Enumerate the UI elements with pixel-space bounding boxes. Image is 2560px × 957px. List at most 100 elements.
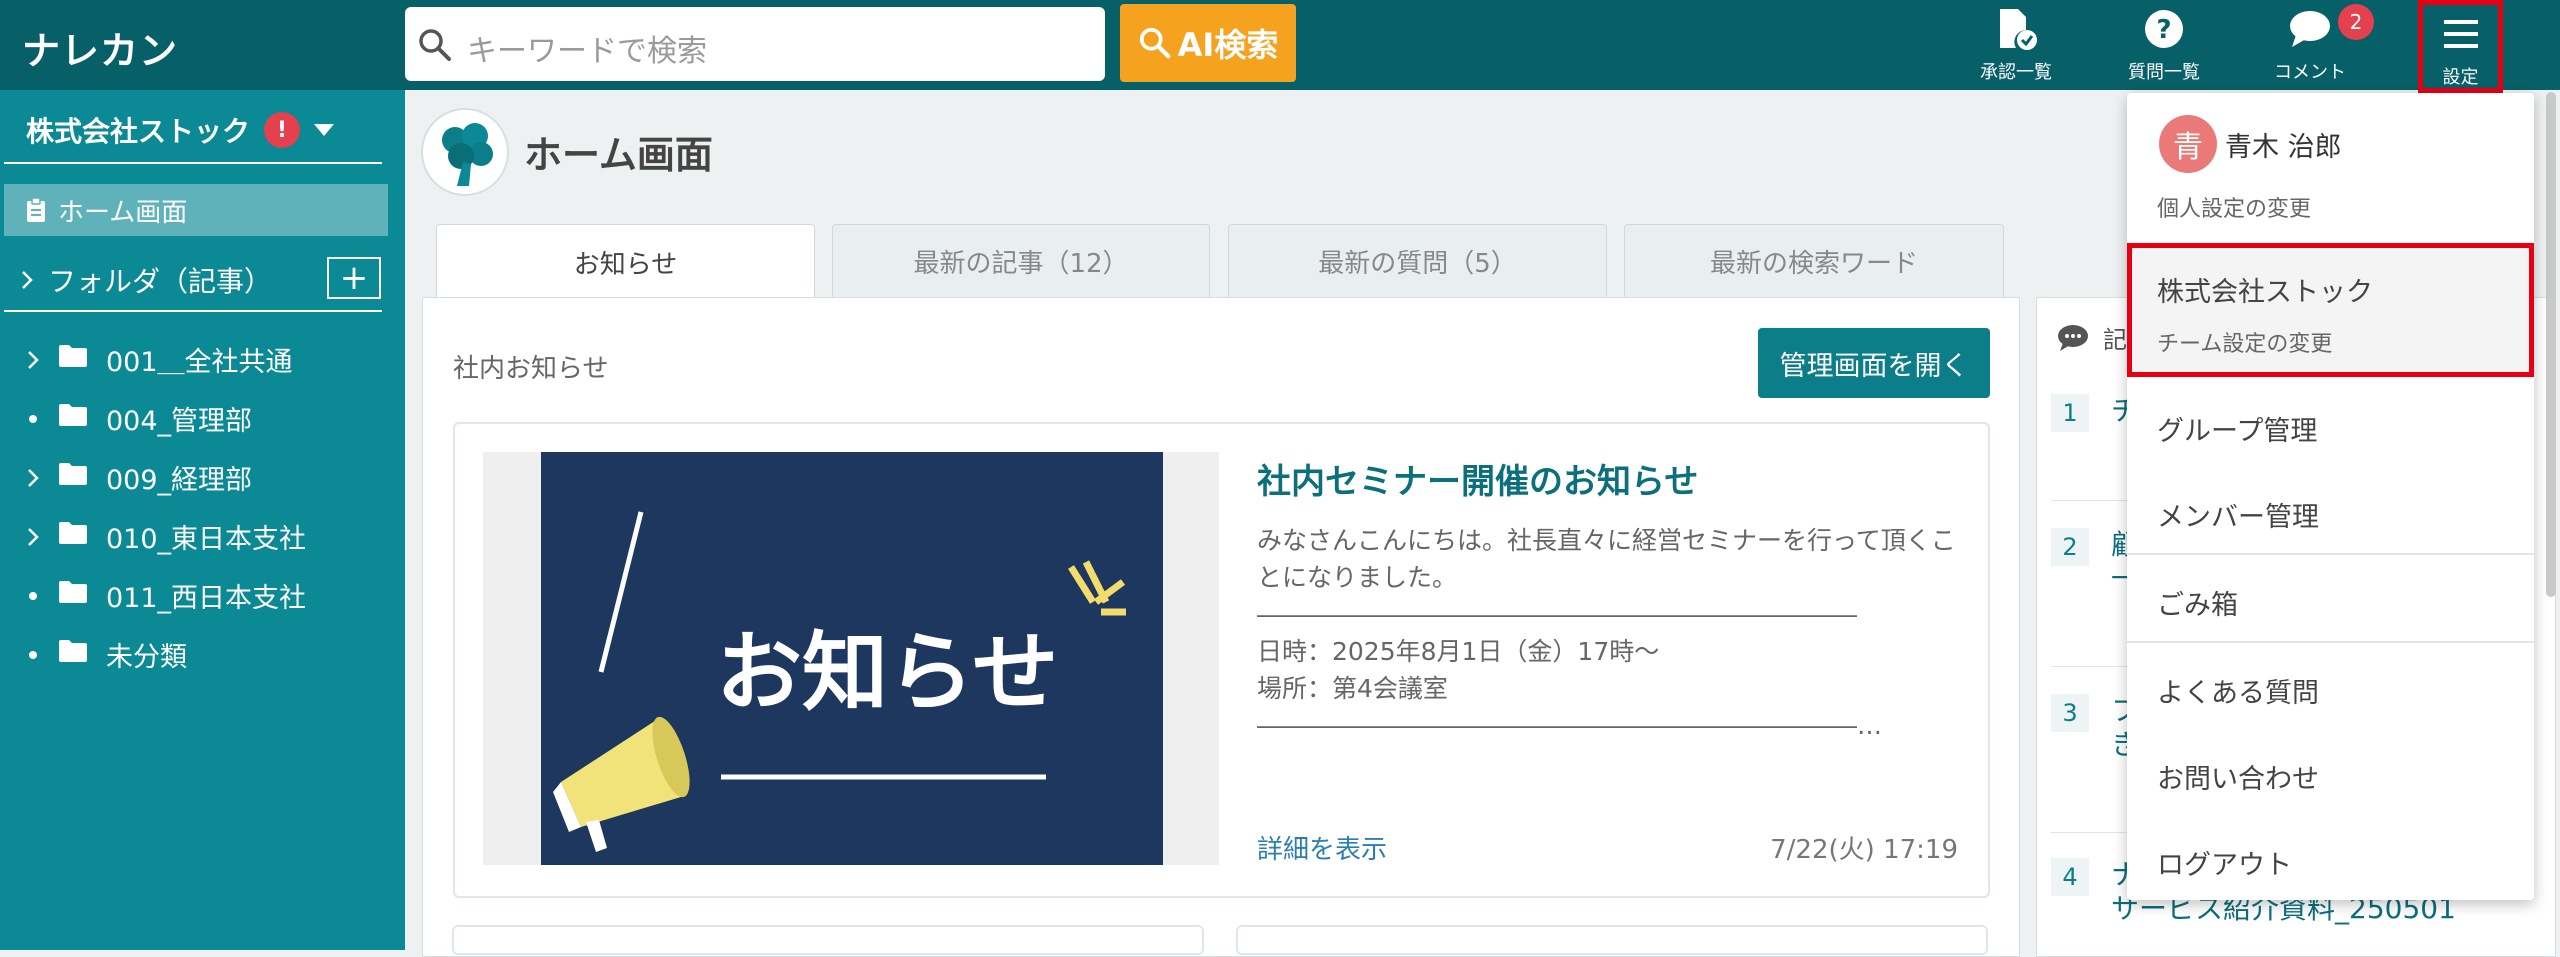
news-card[interactable]: お知らせ 社内セミナー開催のお知らせ みなさんこんにちは。社長直々に経営セミナー… <box>453 422 1990 898</box>
news-title[interactable]: 社内セミナー開催のお知らせ <box>1257 454 1698 503</box>
company-switcher[interactable]: 株式会社ストック ! <box>26 110 335 150</box>
chevron-right-icon <box>22 526 44 548</box>
ranking-header-text: 記 <box>2103 326 2127 354</box>
trash-item[interactable]: ごみ箱 <box>2157 583 2238 622</box>
tab-latest-questions[interactable]: 最新の質問（5） <box>1228 224 1607 298</box>
bullet-icon <box>22 414 44 423</box>
sidebar-folder-item[interactable]: 009_経理部 <box>22 458 252 497</box>
divider <box>2127 641 2534 643</box>
bullet-icon <box>22 591 44 600</box>
top-header: ナレカン キーワードで検索 AI検索 承認一覧 ? 質問一覧 コメント 2 設定 <box>0 0 2560 93</box>
search-icon <box>1139 27 1171 59</box>
question-icon: ? <box>2145 10 2183 48</box>
add-folder-button[interactable]: + <box>327 257 381 299</box>
search-icon <box>419 29 451 61</box>
megaphone-icon <box>553 716 690 852</box>
search-input[interactable]: キーワードで検索 <box>405 7 1105 81</box>
rank-number: 3 <box>2051 694 2089 732</box>
list-item[interactable]: 3 フ き <box>2051 694 2139 762</box>
tab-announcements[interactable]: お知らせ <box>436 224 815 300</box>
rank-number: 2 <box>2051 528 2089 566</box>
ai-search-button[interactable]: AI検索 <box>1120 4 1296 82</box>
nav-questions-label: 質問一覧 <box>2128 62 2200 83</box>
show-details-link[interactable]: 詳細を表示 <box>1257 829 1387 866</box>
sidebar-folder-item[interactable]: 未分類 <box>22 635 187 674</box>
list-item[interactable]: 2 顧 一 <box>2051 528 2139 596</box>
team-settings-link[interactable]: チーム設定の変更 <box>2157 326 2332 358</box>
comment-icon <box>2290 11 2330 47</box>
member-management-item[interactable]: メンバー管理 <box>2157 495 2319 534</box>
hamburger-menu-icon <box>2443 20 2478 48</box>
sidebar: 株式会社ストック ! ホーム画面 フォルダ（記事） + 001＿全社共通 004_… <box>0 90 405 950</box>
rank-number: 4 <box>2051 858 2089 896</box>
sidebar-folder-item[interactable]: 004_管理部 <box>22 399 252 438</box>
thumbnail-text: お知らせ <box>716 623 1059 723</box>
folder-icon <box>58 639 88 670</box>
ai-search-label: AI検索 <box>1177 26 1279 64</box>
nav-approvals[interactable]: 承認一覧 <box>1975 6 2057 86</box>
sidebar-folder-item[interactable]: 001＿全社共通 <box>22 340 293 379</box>
avatar: 青 <box>2159 115 2217 173</box>
folder-label: 004_管理部 <box>106 406 253 437</box>
company-name: 株式会社ストック <box>26 115 251 148</box>
list-item[interactable]: 1 チ <box>2051 394 2139 432</box>
faq-item[interactable]: よくある質問 <box>2157 671 2319 710</box>
comment-icon <box>2058 324 2088 351</box>
contact-item[interactable]: お問い合わせ <box>2157 757 2319 796</box>
folder-section-toggle[interactable]: フォルダ（記事） <box>20 260 272 300</box>
nav-settings[interactable]: 設定 <box>2418 0 2503 93</box>
svg-text:?: ? <box>2156 15 2171 45</box>
personal-settings-link[interactable]: 個人設定の変更 <box>2157 191 2311 223</box>
broccoli-logo-icon <box>442 123 493 186</box>
folder-icon <box>58 521 88 552</box>
bullet-icon <box>22 650 44 659</box>
clipboard-icon <box>27 197 45 222</box>
sidebar-item-home[interactable]: ホーム画面 <box>4 184 388 236</box>
comment-count-badge: 2 <box>2338 4 2374 40</box>
caret-down-icon <box>314 124 335 136</box>
sidebar-folder-item[interactable]: 010_東日本支社 <box>22 517 306 556</box>
news-thumbnail: お知らせ <box>541 452 1163 865</box>
app-logo[interactable]: ナレカン <box>22 20 178 75</box>
settings-dropdown: 青 青木 治郎 個人設定の変更 株式会社ストック チーム設定の変更 グループ管理… <box>2127 93 2534 900</box>
nav-questions[interactable]: ? 質問一覧 <box>2121 6 2207 86</box>
section-label: 社内お知らせ <box>453 354 609 384</box>
nav-comments-label: コメント <box>2274 62 2346 83</box>
folder-label: 未分類 <box>106 642 187 673</box>
chevron-right-icon <box>22 467 44 489</box>
divider <box>2127 553 2534 555</box>
chevron-right-icon <box>22 271 33 289</box>
search-placeholder: キーワードで検索 <box>467 34 707 69</box>
approval-doc-icon <box>2000 9 2037 50</box>
folder-icon <box>58 462 88 493</box>
user-name: 青木 治郎 <box>2225 132 2342 163</box>
group-management-item[interactable]: グループ管理 <box>2157 409 2317 448</box>
chevron-right-icon <box>22 349 44 371</box>
open-admin-button[interactable]: 管理画面を開く <box>1758 328 1990 398</box>
sidebar-folder-item[interactable]: 011_西日本支社 <box>22 576 306 615</box>
scrollbar[interactable] <box>2546 92 2556 597</box>
logout-item[interactable]: ログアウト <box>2157 843 2292 882</box>
tab-latest-articles[interactable]: 最新の記事（12） <box>832 224 1210 298</box>
folder-section-label: フォルダ（記事） <box>48 265 273 298</box>
team-avatar <box>421 108 509 196</box>
news-excerpt: みなさんこんにちは。社長直々に経営セミナーを行って頂くことになりました。 ―――… <box>1257 526 1956 740</box>
slash-line <box>598 511 644 673</box>
sparkle-lines <box>1068 560 1126 616</box>
news-date: 7/22(火) 17:19 <box>1770 835 1958 865</box>
folder-label: 011_西日本支社 <box>106 583 307 614</box>
divider <box>4 162 382 164</box>
nav-approvals-label: 承認一覧 <box>1980 62 2052 83</box>
news-card[interactable] <box>1236 925 1988 955</box>
team-name: 株式会社ストック <box>2157 277 2373 308</box>
divider <box>4 310 382 312</box>
nav-comments[interactable]: コメント 2 <box>2268 4 2374 86</box>
folder-label: 009_経理部 <box>106 465 253 496</box>
rank-number: 1 <box>2051 394 2089 432</box>
team-settings-item[interactable]: 株式会社ストック チーム設定の変更 <box>2127 243 2534 377</box>
nav-settings-label: 設定 <box>2442 67 2479 88</box>
tab-latest-search-words[interactable]: 最新の検索ワード <box>1624 224 2004 298</box>
folder-icon <box>58 580 88 611</box>
sidebar-item-home-label: ホーム画面 <box>58 197 188 228</box>
news-card[interactable] <box>452 925 1204 955</box>
